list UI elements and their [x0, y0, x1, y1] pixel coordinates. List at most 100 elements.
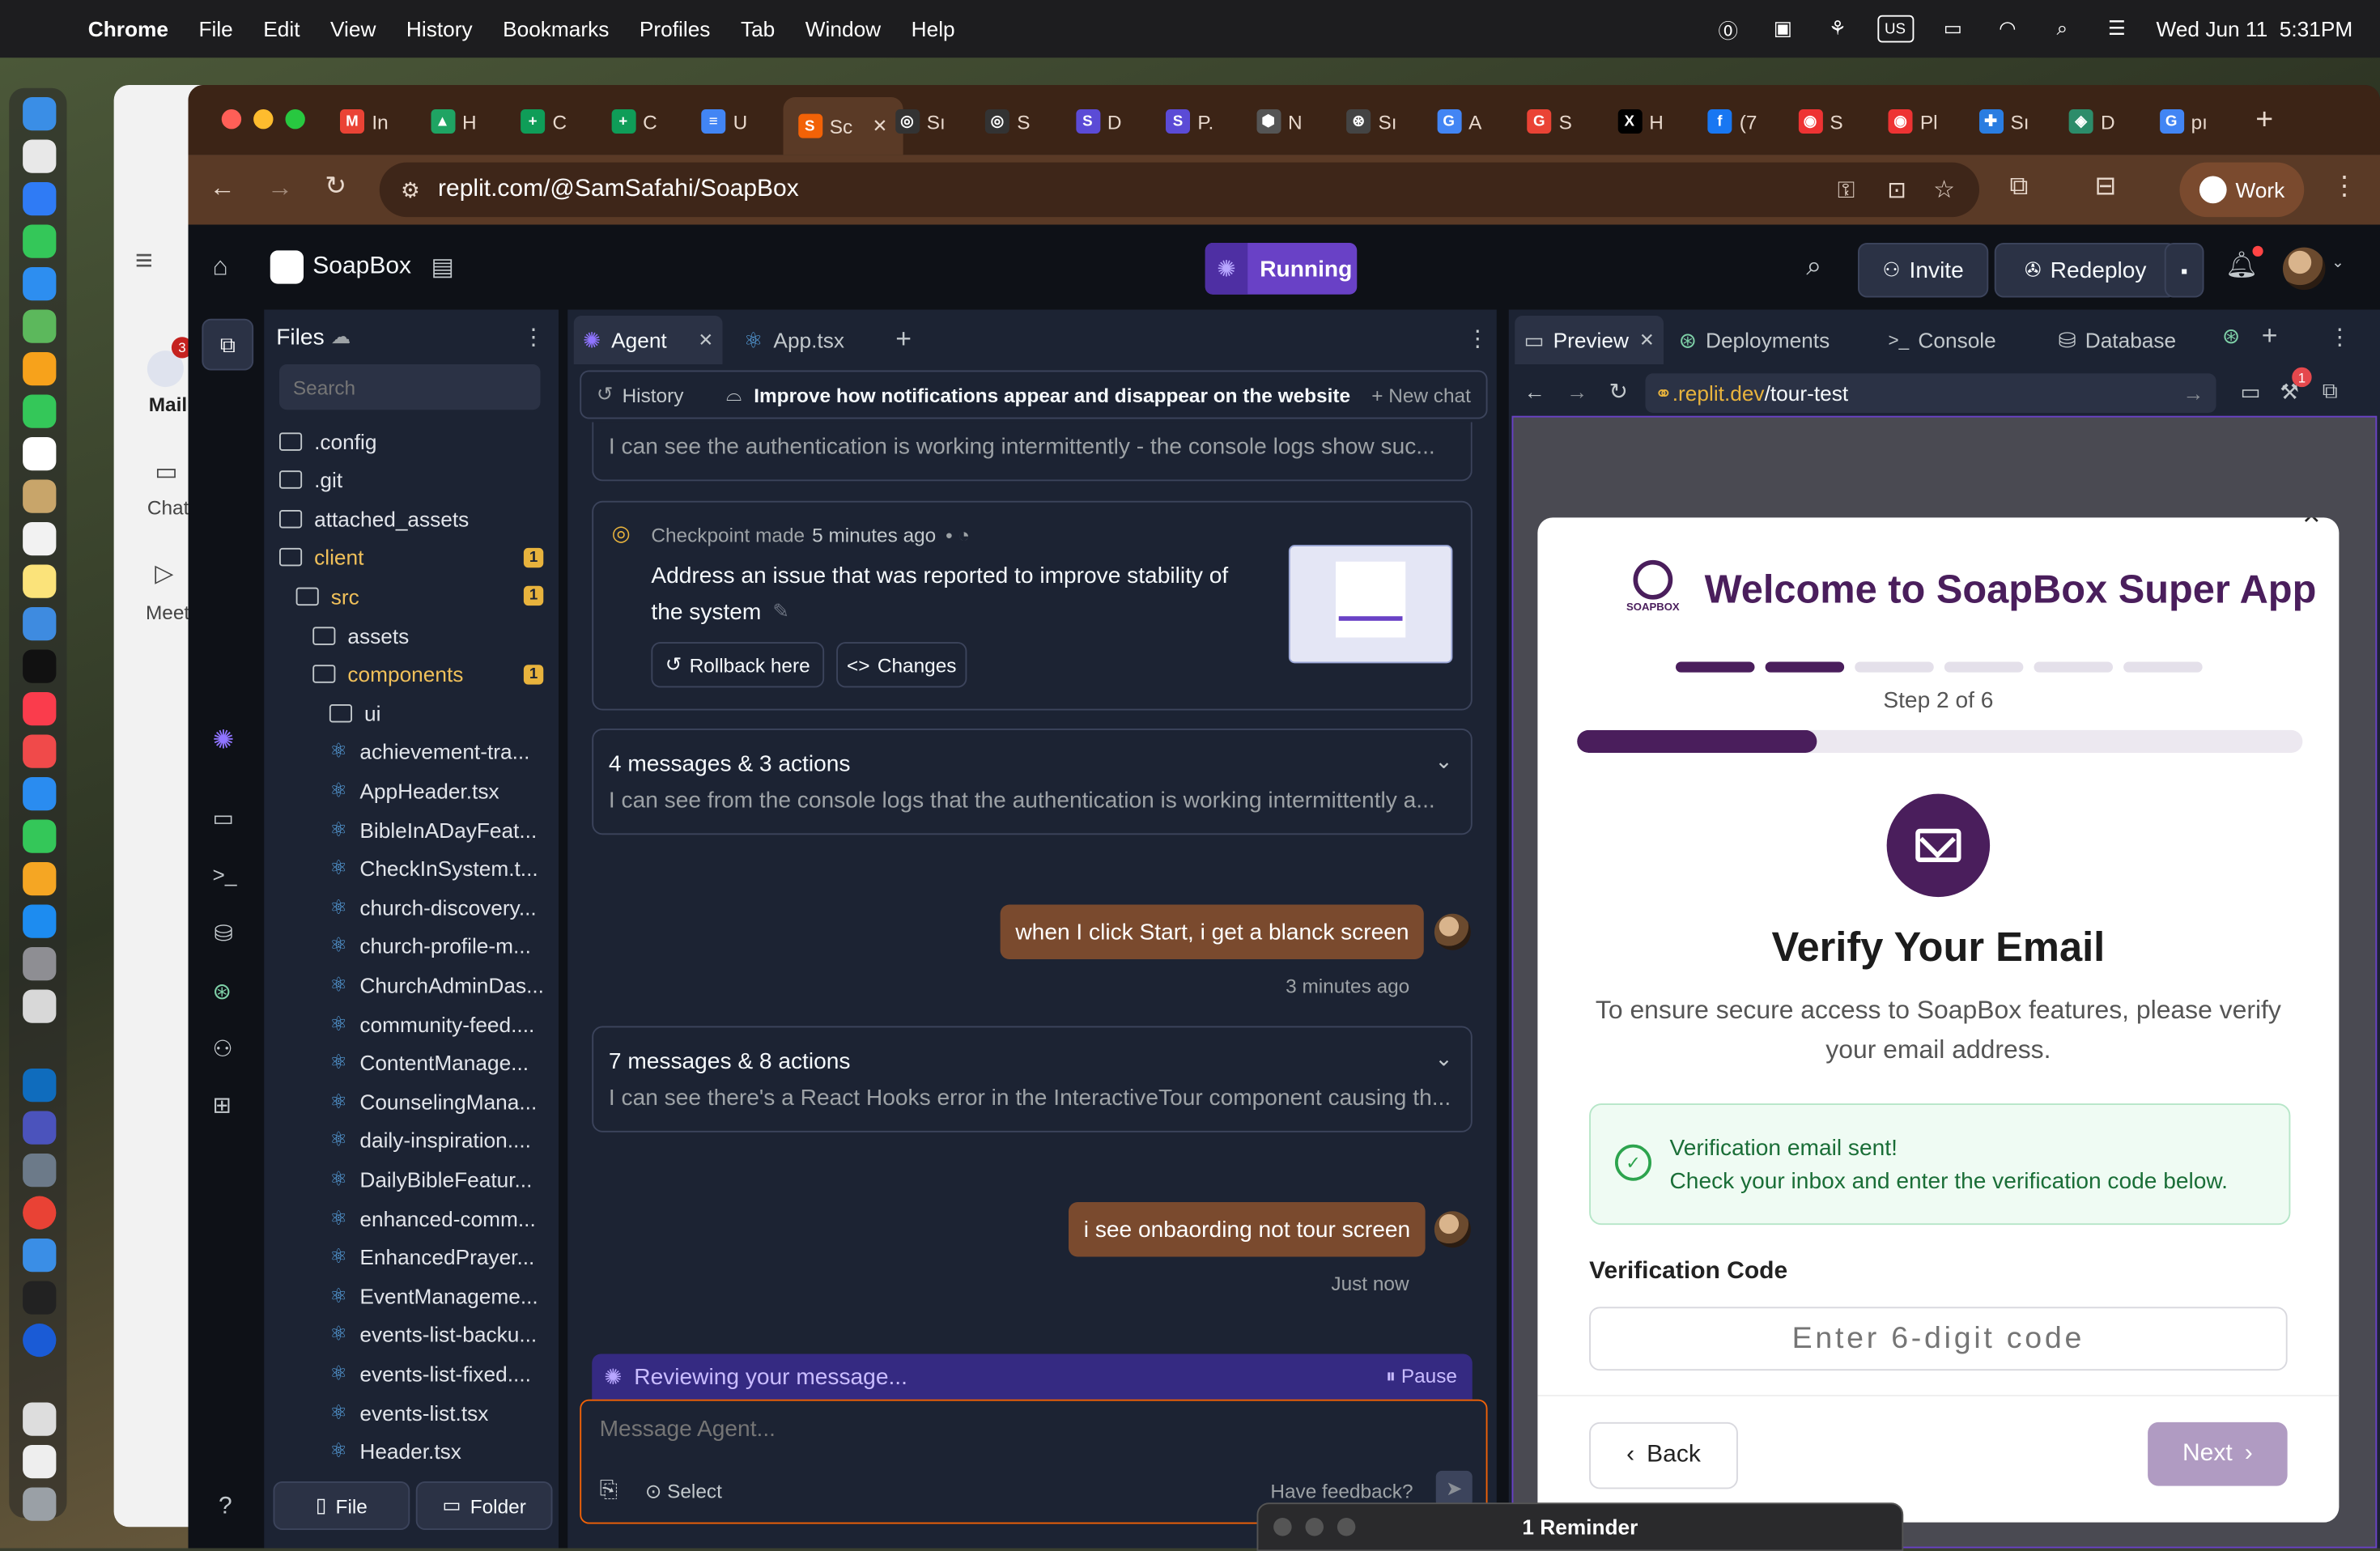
reload-icon[interactable]: ↻	[325, 172, 346, 202]
extensions-icon[interactable]: ⧉	[2010, 172, 2029, 202]
music-icon[interactable]	[23, 692, 56, 725]
file-tree-item[interactable]: ⚛events-list.tsx	[264, 1393, 559, 1431]
file-tree-item[interactable]: ⚛enhanced-comm...	[264, 1199, 559, 1237]
outlook-dock-icon[interactable]	[23, 1069, 56, 1102]
finder-icon[interactable]	[23, 97, 56, 130]
file-tree-item[interactable]: ui	[264, 694, 559, 732]
files-menu-icon[interactable]: ⋮	[522, 323, 545, 351]
file-tree-item[interactable]: ⚛church-discovery...	[264, 888, 559, 926]
meet-label[interactable]: Meet	[146, 601, 189, 624]
messages-icon[interactable]	[23, 225, 56, 258]
site-info-icon[interactable]: ⚙	[401, 176, 420, 202]
zoom-window-button[interactable]	[286, 109, 305, 129]
message-group-card[interactable]: 7 messages & 8 actions ⌄ I can see there…	[592, 1026, 1473, 1132]
meet-icon[interactable]: ▷	[155, 559, 173, 589]
file-tree-item[interactable]: ⚛DailyBibleFeatur...	[264, 1160, 559, 1198]
device-preview-icon[interactable]: ▭	[2241, 380, 2261, 406]
calendar-icon[interactable]	[23, 437, 56, 470]
back-arrow-icon[interactable]: ←	[210, 173, 236, 204]
message-input[interactable]	[597, 1413, 1468, 1459]
spotlight-search-icon[interactable]: ⌕	[2047, 17, 2078, 41]
terminal-dock-icon[interactable]	[23, 1281, 56, 1315]
webview-reload-icon[interactable]: ↻	[1609, 378, 1629, 406]
search-icon[interactable]: ⌕	[1806, 250, 1821, 282]
file-tree-item[interactable]: ⚛CheckInSystem.t...	[264, 849, 559, 887]
tab-database[interactable]: ⛁ Database	[2059, 316, 2211, 364]
keyboard-us-icon[interactable]: US	[1877, 15, 1914, 43]
files-search-input[interactable]	[279, 364, 541, 410]
next-button[interactable]: Next›	[2148, 1422, 2288, 1486]
notes-icon[interactable]	[23, 565, 56, 598]
app-dock-icon[interactable]	[23, 1154, 56, 1187]
teams-icon[interactable]: ⚘	[1822, 17, 1853, 41]
browser-tab[interactable]: SP.	[1166, 100, 1213, 143]
invite-button[interactable]: ⚇Invite	[1858, 243, 1988, 298]
browser-tab[interactable]: ≡U	[701, 100, 747, 143]
bookmark-star-icon[interactable]: ☆	[1933, 175, 1955, 206]
file-tree-item[interactable]: ⚛community-feed....	[264, 1005, 559, 1043]
contacts-icon[interactable]	[23, 480, 56, 513]
redeploy-options-button[interactable]: ▪	[2165, 243, 2204, 298]
console-tool-icon[interactable]: >_	[213, 862, 237, 886]
open-new-tab-icon[interactable]: ⧉	[2323, 378, 2338, 404]
file-tree-item[interactable]: .config	[264, 422, 559, 460]
menu-file[interactable]: File	[198, 17, 232, 41]
teams-dock-icon[interactable]	[23, 1111, 56, 1145]
add-tab-icon[interactable]: +	[2262, 321, 2278, 352]
verification-code-input[interactable]	[1589, 1307, 2288, 1370]
browser-tab[interactable]: f(7	[1707, 100, 1757, 143]
webview-back-icon[interactable]: ←	[1524, 380, 1545, 404]
file-tree-item[interactable]: ⚛BibleInADayFeat...	[264, 810, 559, 848]
user-avatar[interactable]	[2283, 248, 2326, 291]
send-icon[interactable]: ➤	[1436, 1471, 1473, 1507]
chrome-menu-icon[interactable]: ⋮	[2331, 172, 2357, 202]
running-status-button[interactable]: ✺ Running	[1205, 243, 1358, 295]
file-tree-item[interactable]: ⚛events-list-fixed....	[264, 1354, 559, 1392]
hamburger-menu-icon[interactable]: ≡	[135, 244, 153, 279]
reminders-icon[interactable]	[23, 522, 56, 555]
mail-label[interactable]: Mail	[149, 393, 187, 416]
menu-window[interactable]: Window	[805, 17, 881, 41]
preview-tool-icon[interactable]: ▭	[213, 805, 235, 832]
file-tree-item[interactable]: ⚛ContentManage...	[264, 1043, 559, 1081]
menu-help[interactable]: Help	[912, 17, 955, 41]
minimize-window-button[interactable]	[253, 109, 273, 129]
new-chat-button[interactable]: + New chat	[1371, 383, 1471, 406]
browser-tab[interactable]: XH	[1617, 100, 1664, 143]
downloads-dock-icon[interactable]	[23, 1403, 56, 1436]
file-tree-item[interactable]: ⚛achievement-tra...	[264, 733, 559, 771]
browser-tab[interactable]: ◎S	[985, 100, 1031, 143]
file-tree-item[interactable]: assets	[264, 616, 559, 654]
history-icon[interactable]: ↺	[597, 383, 613, 407]
checkpoint-thumbnail[interactable]	[1289, 545, 1453, 663]
chevron-down-icon[interactable]: ⌄	[1434, 748, 1452, 774]
edit-pencil-icon[interactable]: ✎	[772, 600, 788, 624]
keynote-icon[interactable]	[23, 777, 56, 810]
safari-icon[interactable]	[23, 182, 56, 215]
wifi-icon[interactable]: ◠	[1992, 17, 2023, 41]
news-icon[interactable]	[23, 735, 56, 768]
menu-history[interactable]: History	[406, 17, 473, 41]
battery-icon[interactable]: ▭	[1938, 17, 1969, 41]
url-text[interactable]: replit.com/@SamSafahi/SoapBox	[438, 176, 799, 204]
file-tree-item[interactable]: ⚛EnhancedPrayer...	[264, 1238, 559, 1276]
tab-search-icon[interactable]: ⊟	[2095, 172, 2117, 202]
preview-app-icon[interactable]	[23, 990, 56, 1023]
appletv-icon[interactable]	[23, 650, 56, 683]
file-tree-item[interactable]: attached_assets	[264, 499, 559, 538]
forward-arrow-icon[interactable]: →	[267, 173, 293, 204]
select-element-button[interactable]: ⊙ Select	[645, 1480, 722, 1504]
invite-tool-icon[interactable]: ⚇	[213, 1035, 233, 1063]
onepassword-dock-icon[interactable]	[23, 1324, 56, 1357]
appstore-icon[interactable]	[23, 905, 56, 938]
browser-tab[interactable]: ◈D	[2069, 100, 2115, 143]
pane-menu-icon[interactable]: ⋮	[1466, 325, 1489, 352]
home-icon[interactable]: ⌂	[213, 252, 228, 283]
file-tree-item[interactable]: components1	[264, 655, 559, 693]
new-tab-button[interactable]: +	[2255, 104, 2273, 138]
tab-app-tsx[interactable]: ⚛ App.tsx	[735, 316, 887, 364]
file-tree-item[interactable]: .git	[264, 461, 559, 499]
photos-icon[interactable]	[23, 352, 56, 385]
add-tab-icon[interactable]: +	[895, 323, 912, 355]
browser-tab[interactable]: +C	[611, 100, 657, 143]
